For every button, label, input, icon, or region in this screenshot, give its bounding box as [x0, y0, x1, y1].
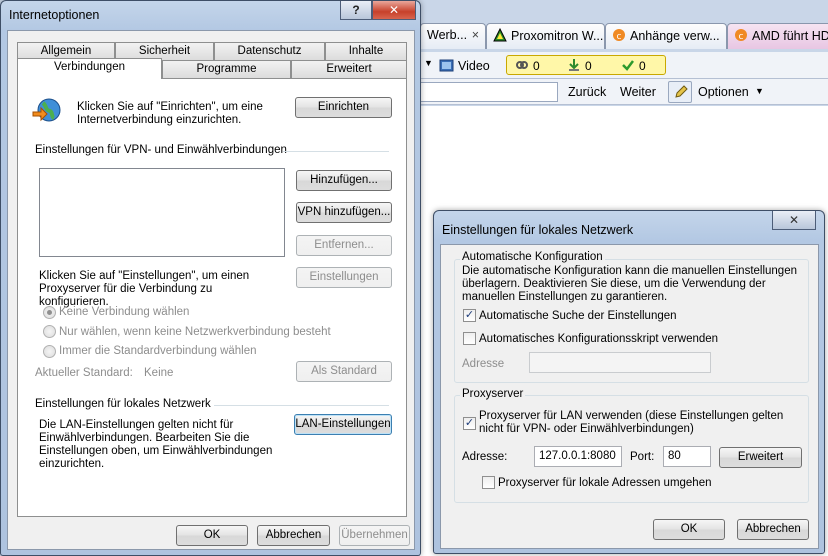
tab-close-icon[interactable]: ×: [472, 28, 479, 42]
checkmark-icon: [621, 58, 635, 75]
dialog-client: Automatische Konfiguration Die automatis…: [440, 244, 819, 549]
link-icon: [515, 58, 529, 75]
internet-options-dialog: Internetoptionen ? ✕ Allgemein Sicherhei…: [0, 0, 421, 556]
setup-button[interactable]: Einrichten: [295, 97, 392, 118]
svg-text:c: c: [739, 32, 744, 42]
proxy-description: Klicken Sie auf "Einstellungen", um eine…: [39, 270, 250, 308]
browser-tab-1[interactable]: Werb... ×: [420, 23, 486, 49]
port-label: Port:: [630, 451, 655, 463]
site-favicon-icon: c: [612, 28, 626, 42]
lan-settings-button[interactable]: LAN-Einstellungen: [294, 414, 392, 435]
close-icon: ✕: [788, 213, 800, 227]
auto-config-description: Die automatische Konfiguration kann die …: [462, 265, 797, 303]
close-button[interactable]: ✕: [772, 211, 816, 230]
proxy-use-label: Proxyserver für LAN verwenden (diese Ein…: [479, 410, 784, 435]
vpn-section-heading: Einstellungen für VPN- und Einwählverbin…: [35, 144, 287, 156]
lan-settings-dialog: Einstellungen für lokales Netzwerk ✕ Aut…: [433, 210, 825, 554]
cancel-button[interactable]: Abbrechen: [737, 519, 809, 540]
counter-bar: 0 0 0: [506, 55, 666, 75]
find-bar: Zurück Weiter Optionen ▼: [420, 79, 828, 105]
setup-description: Klicken Sie auf "Einrichten", um eine In…: [77, 101, 263, 126]
forward-button[interactable]: Weiter: [620, 85, 656, 99]
video-icon: [439, 57, 455, 76]
dialog-title: Einstellungen für lokales Netzwerk: [442, 223, 634, 237]
proxomitron-triangle-icon: [493, 27, 507, 42]
auto-detect-checkbox[interactable]: ✓: [463, 309, 476, 322]
dialog-client: Allgemein Sicherheit Datenschutz Inhalte…: [7, 30, 415, 550]
dropdown-arrow-icon[interactable]: ▼: [424, 58, 433, 68]
browser-tab-2[interactable]: Proxomitron W...: [486, 23, 605, 49]
current-default-label: Aktueller Standard:: [35, 367, 133, 379]
radio-dial-when-no-network[interactable]: [43, 325, 56, 338]
tab-verbindungen[interactable]: Verbindungen: [17, 58, 162, 79]
proxy-address-input[interactable]: 127.0.0.1:8080: [534, 446, 622, 467]
radio-always-dial-label: Immer die Standardverbindung wählen: [59, 345, 257, 357]
tab-programme[interactable]: Programme: [162, 60, 291, 78]
tab-inhalte[interactable]: Inhalte: [325, 42, 407, 60]
tab-label: AMD führt HD: [752, 29, 828, 43]
bypass-local-checkbox[interactable]: [482, 476, 495, 489]
settings-button[interactable]: Einstellungen: [296, 267, 392, 288]
tab-label: Proxomitron W...: [511, 29, 604, 43]
radio-no-dial-label: Keine Verbindung wählen: [59, 306, 190, 318]
port-input[interactable]: 80: [663, 446, 711, 467]
counter-value: 0: [533, 59, 540, 73]
lan-description: Die LAN-Einstellungen gelten nicht für E…: [39, 419, 273, 470]
options-button-frame[interactable]: [668, 81, 692, 103]
pencil-icon: [673, 84, 689, 103]
counter-value: 0: [585, 59, 592, 73]
tab-label: Anhänge verw...: [630, 29, 720, 43]
ok-button[interactable]: OK: [653, 519, 725, 540]
tab-label: Werb...: [427, 28, 468, 42]
back-button[interactable]: Zurück: [568, 85, 606, 99]
script-address-label: Adresse: [462, 358, 505, 370]
current-default-value: Keine: [144, 367, 174, 379]
radio-no-dial[interactable]: [43, 306, 56, 319]
apply-button[interactable]: Übernehmen: [339, 525, 410, 546]
browser-tab-4[interactable]: c AMD führt HD: [727, 23, 828, 49]
set-default-button[interactable]: Als Standard: [296, 361, 392, 382]
connections-list[interactable]: [39, 168, 285, 257]
svg-text:c: c: [617, 32, 622, 42]
network-globe-icon: [31, 96, 63, 129]
options-button[interactable]: Optionen: [698, 85, 749, 99]
section-divider: [214, 405, 389, 406]
tab-datenschutz[interactable]: Datenschutz: [214, 42, 325, 60]
auto-config-legend: Automatische Konfiguration: [460, 251, 605, 264]
proxy-use-checkbox[interactable]: ✓: [463, 417, 476, 430]
find-input[interactable]: [420, 82, 558, 102]
connections-tab-page: Klicken Sie auf "Einrichten", um eine In…: [17, 78, 407, 517]
site-favicon-icon: c: [734, 28, 748, 42]
section-divider: [283, 151, 389, 152]
options-arrow-icon: ▼: [755, 86, 764, 96]
radio-always-dial[interactable]: [43, 345, 56, 358]
dialog-title: Internetoptionen: [9, 8, 100, 22]
advanced-button[interactable]: Erweitert: [719, 447, 802, 468]
proxy-legend: Proxyserver: [460, 388, 526, 401]
counter-value: 0: [639, 59, 646, 73]
auto-script-checkbox[interactable]: [463, 332, 476, 345]
auto-detect-label: Automatische Suche der Einstellungen: [479, 310, 677, 322]
close-button[interactable]: ✕: [372, 1, 416, 20]
close-icon: ✕: [388, 3, 400, 17]
script-address-input[interactable]: [529, 352, 711, 373]
lan-section-heading: Einstellungen für lokales Netzwerk: [35, 398, 211, 410]
bypass-local-label: Proxyserver für lokale Adressen umgehen: [498, 477, 712, 489]
video-label[interactable]: Video: [458, 59, 490, 73]
radio-dial-when-no-network-label: Nur wählen, wenn keine Netzwerkverbindun…: [59, 326, 331, 338]
browser-toolbar: ▼ Video 0 0 0: [420, 52, 828, 79]
tab-erweitert[interactable]: Erweitert: [291, 60, 407, 78]
download-icon: [567, 58, 581, 75]
help-icon: ?: [352, 3, 360, 17]
proxy-address-label: Adresse:: [462, 451, 508, 463]
add-vpn-button[interactable]: VPN hinzufügen...: [296, 202, 392, 223]
auto-script-label: Automatisches Konfigurationsskript verwe…: [479, 333, 719, 345]
cancel-button[interactable]: Abbrechen: [257, 525, 330, 546]
remove-button[interactable]: Entfernen...: [296, 235, 392, 256]
browser-tab-3[interactable]: c Anhänge verw...: [605, 23, 727, 49]
add-button[interactable]: Hinzufügen...: [296, 170, 392, 191]
ok-button[interactable]: OK: [176, 525, 248, 546]
help-button[interactable]: ?: [340, 1, 372, 20]
